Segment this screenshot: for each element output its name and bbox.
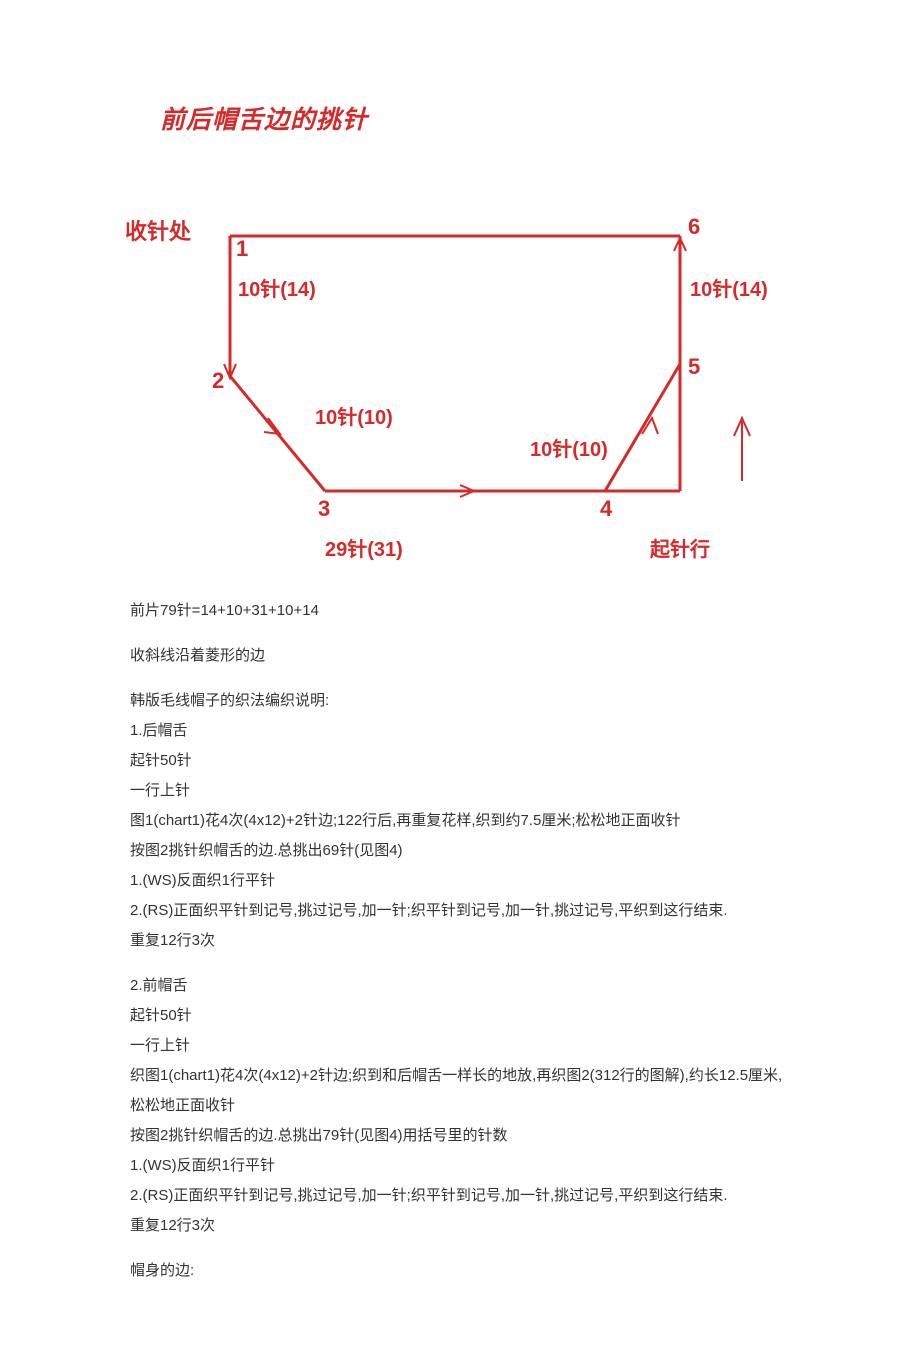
bottom-label: 29针(31) bbox=[325, 537, 403, 561]
left-side-label: 10针(14) bbox=[238, 277, 316, 301]
right-diag-label: 10针(10) bbox=[530, 437, 608, 461]
document-page: 前后帽舌边的挑针 收针处 bbox=[0, 0, 920, 1346]
knitting-diagram: 1 2 3 4 5 6 10针(14) 10针(10) 29针(31) 10针(… bbox=[130, 156, 810, 586]
text-line: 2.(RS)正面织平针到记号,挑过记号,加一针;织平针到记号,加一针,挑过记号,… bbox=[130, 896, 790, 926]
text-line: 起针50针 bbox=[130, 1001, 790, 1031]
vertex-2: 2 bbox=[212, 368, 224, 393]
text-line: 1.(WS)反面织1行平针 bbox=[130, 1151, 790, 1181]
right-side-label: 10针(14) bbox=[690, 277, 768, 301]
text-line: 图1(chart1)花4次(4x12)+2针边;122行后,再重复花样,织到约7… bbox=[130, 806, 790, 836]
text-line: 2.前帽舌 bbox=[130, 971, 790, 1001]
text-line: 一行上针 bbox=[130, 776, 790, 806]
vertex-3: 3 bbox=[318, 496, 330, 521]
left-diag-label: 10针(10) bbox=[315, 405, 393, 429]
text-line: 韩版毛线帽子的织法编织说明: bbox=[130, 686, 790, 716]
text-line: 收斜线沿着菱形的边 bbox=[130, 641, 790, 671]
diagram-container: 收针处 bbox=[130, 156, 790, 586]
cast-on-label: 起针行 bbox=[649, 537, 710, 561]
text-line: 2.(RS)正面织平针到记号,挑过记号,加一针;织平针到记号,加一针,挑过记号,… bbox=[130, 1181, 790, 1211]
text-line: 按图2挑针织帽舌的边.总挑出69针(见图4) bbox=[130, 836, 790, 866]
instructions-body: 前片79针=14+10+31+10+14 收斜线沿着菱形的边 韩版毛线帽子的织法… bbox=[130, 596, 790, 1286]
text-line: 织图1(chart1)花4次(4x12)+2针边;织到和后帽舌一样长的地放,再织… bbox=[130, 1061, 790, 1121]
text-line: 起针50针 bbox=[130, 746, 790, 776]
vertex-5: 5 bbox=[688, 354, 700, 379]
text-line: 按图2挑针织帽舌的边.总挑出79针(见图4)用括号里的针数 bbox=[130, 1121, 790, 1151]
vertex-6: 6 bbox=[688, 214, 700, 239]
text-line: 帽身的边: bbox=[130, 1256, 790, 1286]
vertex-1: 1 bbox=[236, 236, 248, 261]
text-line: 一行上针 bbox=[130, 1031, 790, 1061]
vertex-4: 4 bbox=[600, 496, 613, 521]
text-line: 1.(WS)反面织1行平针 bbox=[130, 866, 790, 896]
diagram-title: 前后帽舌边的挑针 bbox=[160, 100, 790, 136]
text-line: 重复12行3次 bbox=[130, 926, 790, 956]
text-line: 重复12行3次 bbox=[130, 1211, 790, 1241]
text-line: 1.后帽舌 bbox=[130, 716, 790, 746]
text-line: 前片79针=14+10+31+10+14 bbox=[130, 596, 790, 626]
